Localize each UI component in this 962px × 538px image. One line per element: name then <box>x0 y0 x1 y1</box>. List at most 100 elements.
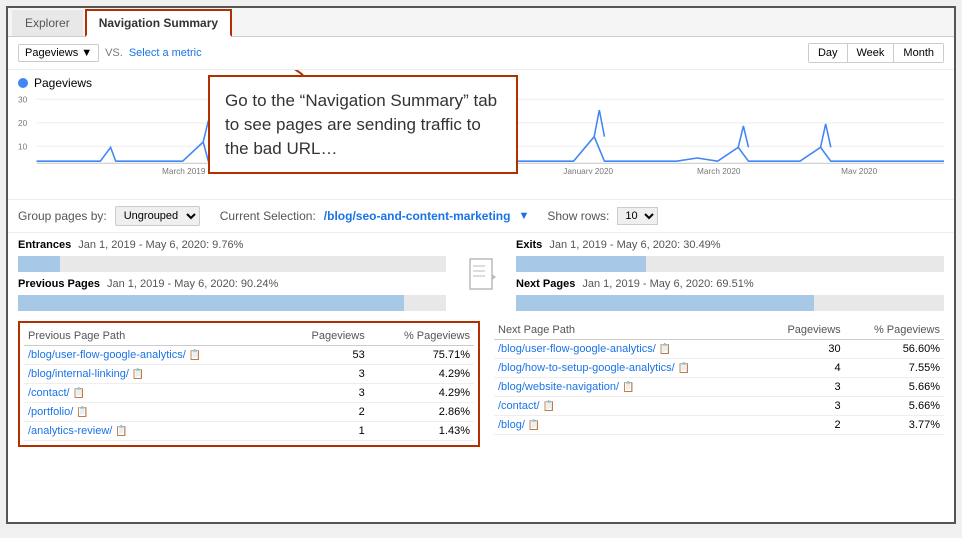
exits-bar <box>516 256 944 272</box>
annotation-text: Go to the “Navigation Summary” tab to se… <box>225 91 497 158</box>
next-pct-cell: 5.66% <box>845 397 944 416</box>
table-row: /contact/📋 3 5.66% <box>494 397 944 416</box>
svg-text:20: 20 <box>18 118 27 128</box>
flow-arrow-icon <box>456 233 506 315</box>
next-path-cell[interactable]: /contact/📋 <box>494 397 763 416</box>
copy-icon: 📋 <box>73 388 85 399</box>
prev-pages-label: Previous Pages <box>18 278 100 290</box>
prev-pct-header: % Pageviews <box>369 327 474 346</box>
metric-left: Pageviews ▼ VS. Select a metric <box>18 44 202 62</box>
metric-row: Pageviews ▼ VS. Select a metric Day Week… <box>8 37 954 70</box>
prev-pageviews-cell: 1 <box>282 422 369 441</box>
current-selection-label: Current Selection: <box>220 209 316 223</box>
svg-text:10: 10 <box>18 141 27 151</box>
next-pages-label: Next Pages <box>516 278 575 290</box>
pageviews-dropdown[interactable]: Pageviews ▼ <box>18 44 99 62</box>
prev-pageviews-cell: 2 <box>282 403 369 422</box>
prev-pageviews-cell: 53 <box>282 346 369 365</box>
copy-icon: 📋 <box>528 420 540 431</box>
prev-pct-cell: 1.43% <box>369 422 474 441</box>
tab-explorer[interactable]: Explorer <box>12 10 83 36</box>
prev-pageviews-cell: 3 <box>282 365 369 384</box>
entrances-section: Entrances Jan 1, 2019 - May 6, 2020: 9.7… <box>8 233 456 315</box>
table-row: /blog/user-flow-google-analytics/📋 30 56… <box>494 340 944 359</box>
table-row: /blog/how-to-setup-google-analytics/📋 4 … <box>494 359 944 378</box>
tables-area: Previous Page Path Pageviews % Pageviews… <box>8 315 954 453</box>
next-pageviews-cell: 3 <box>763 397 845 416</box>
copy-icon: 📋 <box>543 401 555 412</box>
next-pageviews-cell: 2 <box>763 416 845 435</box>
next-path-cell[interactable]: /blog/📋 <box>494 416 763 435</box>
chart-area: Pageviews 30 20 10 March 2019 May 2019 J… <box>8 70 954 200</box>
table-row: /blog/user-flow-google-analytics/📋 53 75… <box>24 346 474 365</box>
prev-path-header: Previous Page Path <box>24 327 282 346</box>
next-path-cell[interactable]: /blog/user-flow-google-analytics/📋 <box>494 340 763 359</box>
prev-path-cell[interactable]: /portfolio/📋 <box>24 403 282 422</box>
prev-pageviews-cell: 3 <box>282 384 369 403</box>
next-pageviews-header: Pageviews <box>763 321 845 340</box>
day-button[interactable]: Day <box>809 44 848 62</box>
entrances-bar-fill <box>18 256 60 272</box>
next-pct-cell: 56.60% <box>845 340 944 359</box>
svg-text:January 2020: January 2020 <box>563 166 613 174</box>
svg-text:March 2020: March 2020 <box>697 166 741 174</box>
copy-icon: 📋 <box>132 369 144 380</box>
table-row: /blog/internal-linking/📋 3 4.29% <box>24 365 474 384</box>
select-metric-link[interactable]: Select a metric <box>129 47 202 59</box>
copy-icon: 📋 <box>115 426 127 437</box>
next-pct-cell: 7.55% <box>845 359 944 378</box>
entrances-bar <box>18 256 446 272</box>
prev-pages-bar-fill <box>18 295 404 311</box>
svg-text:30: 30 <box>18 94 27 104</box>
copy-icon: 📋 <box>189 350 201 361</box>
chart-legend-label: Pageviews <box>34 76 92 90</box>
next-pages-bar <box>516 295 944 311</box>
current-url[interactable]: /blog/seo-and-content-marketing <box>324 209 511 223</box>
prev-pageviews-header: Pageviews <box>282 327 369 346</box>
copy-icon: 📋 <box>678 363 690 374</box>
tab-navigation-summary[interactable]: Navigation Summary <box>85 9 232 37</box>
copy-icon: 📋 <box>622 382 634 393</box>
exits-date: Jan 1, 2019 - May 6, 2020: 30.49% <box>549 239 720 251</box>
entrances-label: Entrances <box>18 239 71 251</box>
table-row: /blog/website-navigation/📋 3 5.66% <box>494 378 944 397</box>
prev-path-cell[interactable]: /blog/user-flow-google-analytics/📋 <box>24 346 282 365</box>
next-pct-cell: 3.77% <box>845 416 944 435</box>
group-pages-label: Group pages by: <box>18 209 107 223</box>
copy-icon: 📋 <box>76 407 88 418</box>
month-button[interactable]: Month <box>894 44 943 62</box>
group-select[interactable]: Ungrouped <box>115 206 200 226</box>
next-path-cell[interactable]: /blog/website-navigation/📋 <box>494 378 763 397</box>
prev-path-cell[interactable]: /blog/internal-linking/📋 <box>24 365 282 384</box>
entrances-date: Jan 1, 2019 - May 6, 2020: 9.76% <box>78 239 243 251</box>
annotation-box: Go to the “Navigation Summary” tab to se… <box>208 75 518 174</box>
next-path-header: Next Page Path <box>494 321 763 340</box>
pageviews-legend-dot <box>18 78 28 88</box>
next-pages-date: Jan 1, 2019 - May 6, 2020: 69.51% <box>582 278 753 290</box>
exits-bar-fill <box>516 256 646 272</box>
svg-text:March 2019: March 2019 <box>162 166 206 174</box>
group-row: Group pages by: Ungrouped Current Select… <box>8 200 954 233</box>
prev-path-cell[interactable]: /analytics-review/📋 <box>24 422 282 441</box>
show-rows-select[interactable]: 10 25 50 <box>617 207 658 225</box>
week-button[interactable]: Week <box>848 44 895 62</box>
prev-pages-bar <box>18 295 446 311</box>
next-pct-cell: 5.66% <box>845 378 944 397</box>
prev-pages-date: Jan 1, 2019 - May 6, 2020: 90.24% <box>107 278 278 290</box>
time-buttons: Day Week Month <box>808 43 944 63</box>
prev-pages-table: Previous Page Path Pageviews % Pageviews… <box>18 321 480 447</box>
svg-text:May 2020: May 2020 <box>841 166 877 174</box>
table-row: /portfolio/📋 2 2.86% <box>24 403 474 422</box>
next-pageviews-cell: 3 <box>763 378 845 397</box>
next-pageviews-cell: 30 <box>763 340 845 359</box>
prev-pct-cell: 4.29% <box>369 384 474 403</box>
table-row: /blog/📋 2 3.77% <box>494 416 944 435</box>
prev-path-cell[interactable]: /contact/📋 <box>24 384 282 403</box>
show-rows-label: Show rows: <box>547 209 609 223</box>
prev-pct-cell: 4.29% <box>369 365 474 384</box>
prev-pct-cell: 75.71% <box>369 346 474 365</box>
next-pages-bar-fill <box>516 295 814 311</box>
exits-label: Exits <box>516 239 542 251</box>
current-url-dropdown[interactable]: ▼ <box>518 210 529 222</box>
next-path-cell[interactable]: /blog/how-to-setup-google-analytics/📋 <box>494 359 763 378</box>
